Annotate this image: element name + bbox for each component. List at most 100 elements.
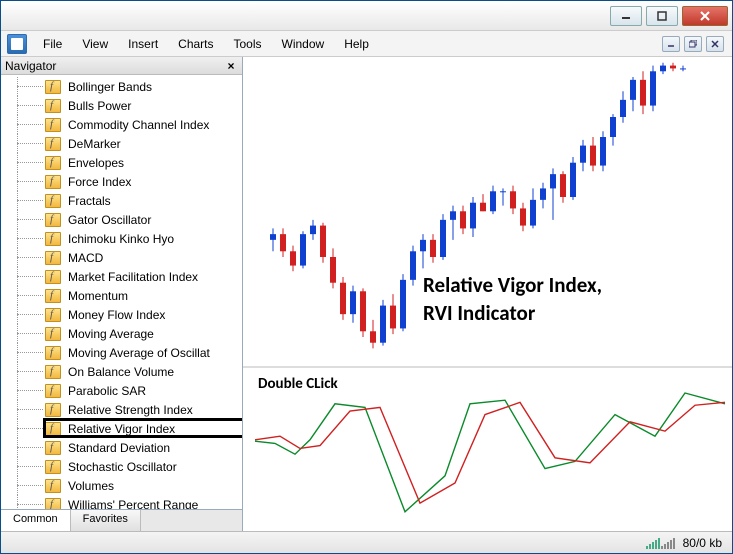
tree-item-label: Ichimoku Kinko Hyo bbox=[65, 231, 177, 247]
workspace: Navigator × Bollinger Bands Bulls Power Co… bbox=[1, 57, 732, 531]
tree-item[interactable]: Standard Deviation bbox=[5, 438, 242, 457]
tree-item[interactable]: Williams' Percent Range bbox=[5, 495, 242, 509]
tree-item-label: On Balance Volume bbox=[65, 364, 177, 380]
tree-item[interactable]: Volumes bbox=[5, 476, 242, 495]
annotation-title-1: Relative Vigor Index, bbox=[423, 272, 602, 298]
tree-item[interactable]: Relative Strength Index bbox=[5, 400, 242, 419]
tree-item-label: Williams' Percent Range bbox=[65, 497, 201, 510]
tab-common[interactable]: Common bbox=[1, 510, 71, 531]
tree-item-label: Stochastic Oscillator bbox=[65, 459, 180, 475]
indicator-icon bbox=[45, 365, 61, 379]
indicator-icon bbox=[45, 384, 61, 398]
tree-item[interactable]: Fractals bbox=[5, 191, 242, 210]
tree-item-label: Money Flow Index bbox=[65, 307, 168, 323]
tree-item[interactable]: Bollinger Bands bbox=[5, 77, 242, 96]
statusbar: 80/0 kb bbox=[1, 531, 732, 553]
tree-item-label: Bulls Power bbox=[65, 98, 134, 114]
tree-item-label: Moving Average bbox=[65, 326, 157, 342]
tree-item[interactable]: Bulls Power bbox=[5, 96, 242, 115]
annotation-double-click: Double CLick bbox=[258, 375, 338, 393]
indicator-icon bbox=[45, 479, 61, 493]
titlebar bbox=[1, 1, 732, 31]
navigator-tabs: Common Favorites bbox=[1, 509, 242, 531]
tree-item[interactable]: Envelopes bbox=[5, 153, 242, 172]
navigator-panel: Navigator × Bollinger Bands Bulls Power Co… bbox=[1, 57, 243, 531]
tree-item[interactable]: Ichimoku Kinko Hyo bbox=[5, 229, 242, 248]
tree-item-label: DeMarker bbox=[65, 136, 124, 152]
tree-item-label: Relative Strength Index bbox=[65, 402, 196, 418]
tree-item-label: Parabolic SAR bbox=[65, 383, 149, 399]
app-icon bbox=[7, 34, 27, 54]
tree-item[interactable]: Force Index bbox=[5, 172, 242, 191]
menu-tools[interactable]: Tools bbox=[224, 33, 272, 55]
tree-item[interactable]: MACD bbox=[5, 248, 242, 267]
tree-item-label: Market Facilitation Index bbox=[65, 269, 201, 285]
tree-item-label: Relative Vigor Index bbox=[65, 421, 178, 437]
indicator-icon bbox=[45, 498, 61, 510]
menu-window[interactable]: Window bbox=[272, 33, 335, 55]
navigator-close-icon[interactable]: × bbox=[224, 59, 238, 73]
tree-item-label: Bollinger Bands bbox=[65, 79, 155, 95]
navigator-tree[interactable]: Bollinger Bands Bulls Power Commodity Chan… bbox=[1, 75, 242, 509]
tree-item[interactable]: Moving Average of Oscillat bbox=[5, 343, 242, 362]
tree-item[interactable]: Market Facilitation Index bbox=[5, 267, 242, 286]
mdi-controls bbox=[662, 36, 730, 52]
tree-item[interactable]: Commodity Channel Index bbox=[5, 115, 242, 134]
navigator-header: Navigator × bbox=[1, 57, 242, 75]
tree-item[interactable]: Relative Vigor Index bbox=[5, 419, 242, 438]
tab-favorites[interactable]: Favorites bbox=[71, 510, 141, 531]
maximize-button[interactable] bbox=[646, 6, 678, 26]
menu-help[interactable]: Help bbox=[334, 33, 379, 55]
tree-item-label: Volumes bbox=[65, 478, 117, 494]
indicator-icon bbox=[45, 137, 61, 151]
menu-view[interactable]: View bbox=[72, 33, 118, 55]
tree-item-label: Standard Deviation bbox=[65, 440, 173, 456]
tree-item-label: MACD bbox=[65, 250, 106, 266]
indicator-icon bbox=[45, 403, 61, 417]
menu-insert[interactable]: Insert bbox=[118, 33, 168, 55]
menu-file[interactable]: File bbox=[33, 33, 72, 55]
indicator-icon bbox=[45, 156, 61, 170]
app-window: FileViewInsertChartsToolsWindowHelp Navi… bbox=[0, 0, 733, 554]
indicator-icon bbox=[45, 346, 61, 360]
indicator-icon bbox=[45, 460, 61, 474]
tree-item[interactable]: On Balance Volume bbox=[5, 362, 242, 381]
indicator-icon bbox=[45, 175, 61, 189]
indicator-icon bbox=[45, 213, 61, 227]
tree-item-label: Gator Oscillator bbox=[65, 212, 154, 228]
annotation-title-2: RVI Indicator bbox=[423, 300, 535, 326]
mdi-minimize-button[interactable] bbox=[662, 36, 680, 52]
chart-area[interactable]: Relative Vigor Index, RVI Indicator Doub… bbox=[243, 57, 732, 531]
tree-item-label: Envelopes bbox=[65, 155, 127, 171]
indicator-icon bbox=[45, 232, 61, 246]
close-button[interactable] bbox=[682, 6, 728, 26]
indicator-icon bbox=[45, 308, 61, 322]
indicator-icon bbox=[45, 289, 61, 303]
mdi-restore-button[interactable] bbox=[684, 36, 702, 52]
indicator-icon bbox=[45, 251, 61, 265]
tree-item[interactable]: Parabolic SAR bbox=[5, 381, 242, 400]
menu-charts[interactable]: Charts bbox=[168, 33, 223, 55]
connection-bars-icon bbox=[646, 537, 675, 549]
tree-item[interactable]: Stochastic Oscillator bbox=[5, 457, 242, 476]
indicator-icon bbox=[45, 327, 61, 341]
tree-item[interactable]: DeMarker bbox=[5, 134, 242, 153]
menubar: FileViewInsertChartsToolsWindowHelp bbox=[1, 31, 732, 57]
indicator-icon bbox=[45, 118, 61, 132]
tree-item-label: Force Index bbox=[65, 174, 134, 190]
indicator-icon bbox=[45, 80, 61, 94]
navigator-title: Navigator bbox=[5, 59, 56, 73]
indicator-icon bbox=[45, 194, 61, 208]
mdi-close-button[interactable] bbox=[706, 36, 724, 52]
indicator-icon bbox=[45, 441, 61, 455]
indicator-icon bbox=[45, 422, 61, 436]
tree-item-label: Commodity Channel Index bbox=[65, 117, 212, 133]
tree-item-label: Momentum bbox=[65, 288, 131, 304]
tree-item[interactable]: Gator Oscillator bbox=[5, 210, 242, 229]
tree-item[interactable]: Moving Average bbox=[5, 324, 242, 343]
tree-item[interactable]: Money Flow Index bbox=[5, 305, 242, 324]
tree-item-label: Moving Average of Oscillat bbox=[65, 345, 213, 361]
tree-item[interactable]: Momentum bbox=[5, 286, 242, 305]
connection-status: 80/0 kb bbox=[683, 536, 722, 550]
minimize-button[interactable] bbox=[610, 6, 642, 26]
